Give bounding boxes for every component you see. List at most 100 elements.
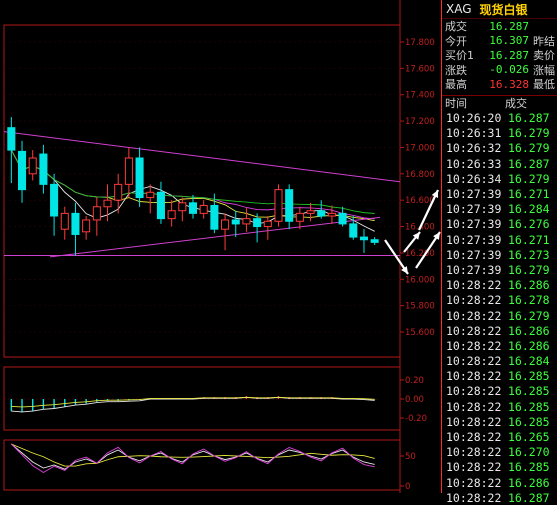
tick-price: 16.271 bbox=[508, 187, 550, 201]
macd-axis-label: 0.00 bbox=[405, 395, 424, 405]
tick-row: 10:28:2216.286 bbox=[442, 338, 557, 353]
tick-price: 16.286 bbox=[508, 476, 550, 490]
tick-row: 10:28:2216.284 bbox=[442, 354, 557, 369]
price-axis-label: 16.000 bbox=[405, 275, 435, 285]
tick-row: 10:28:2216.286 bbox=[442, 278, 557, 293]
tick-price-header: 成交 bbox=[505, 95, 527, 111]
candle-body bbox=[157, 192, 164, 218]
tick-row: 10:26:2016.287 bbox=[442, 111, 557, 126]
quote-row: 今开16.307昨结 bbox=[442, 34, 557, 49]
tick-time: 10:28:22 bbox=[446, 278, 508, 292]
candle-body bbox=[51, 184, 58, 216]
candle-body bbox=[318, 211, 325, 216]
candle-body bbox=[147, 192, 154, 197]
candle-body bbox=[222, 220, 229, 229]
candle-body bbox=[254, 219, 261, 227]
candle-body bbox=[168, 211, 175, 219]
tick-price: 16.270 bbox=[508, 445, 550, 459]
tick-price: 16.276 bbox=[508, 217, 550, 231]
candle-body bbox=[72, 213, 79, 234]
tick-price: 16.265 bbox=[508, 430, 550, 444]
tick-row: 10:28:2216.265 bbox=[442, 429, 557, 444]
instrument-header: XAG 现货白银 bbox=[442, 0, 557, 19]
tick-row: 10:28:2216.285 bbox=[442, 399, 557, 414]
price-axis-label: 15.600 bbox=[405, 328, 435, 338]
candle-body bbox=[328, 213, 335, 216]
macd-axis-label: -0.20 bbox=[405, 414, 427, 424]
quote-value: 16.287 bbox=[485, 49, 529, 62]
price-axis-label: 17.000 bbox=[405, 143, 435, 153]
tick-row: 10:26:3116.279 bbox=[442, 126, 557, 141]
tick-price: 16.284 bbox=[508, 202, 550, 216]
tick-time: 10:27:39 bbox=[446, 202, 508, 216]
quote-right-label: 卖价 bbox=[533, 48, 555, 63]
tick-time: 10:28:22 bbox=[446, 339, 508, 353]
instrument-name: 现货白银 bbox=[480, 1, 528, 18]
candle-body bbox=[275, 190, 282, 222]
macd-dif-line bbox=[11, 397, 374, 412]
macd-axis-label: 0.20 bbox=[405, 376, 424, 386]
tick-row: 10:28:2216.285 bbox=[442, 384, 557, 399]
kdj-axis-label: 0 bbox=[405, 482, 410, 492]
tick-row: 10:28:2216.286 bbox=[442, 323, 557, 338]
tick-row: 10:26:3216.279 bbox=[442, 141, 557, 156]
tick-time: 10:27:39 bbox=[446, 187, 508, 201]
price-axis-label: 17.200 bbox=[405, 117, 435, 127]
candle-body bbox=[339, 213, 346, 224]
tick-time: 10:26:33 bbox=[446, 157, 508, 171]
kdj-axis-label: 50 bbox=[405, 452, 416, 462]
candle-body bbox=[264, 221, 271, 226]
symbol-code: XAG bbox=[446, 2, 472, 16]
tick-time: 10:28:22 bbox=[446, 384, 508, 398]
tick-price: 16.285 bbox=[508, 400, 550, 414]
tick-price: 16.285 bbox=[508, 460, 550, 474]
tick-row: 10:27:3916.284 bbox=[442, 202, 557, 217]
tick-price: 16.285 bbox=[508, 415, 550, 429]
quote-panel: XAG 现货白银 成交16.287今开16.307昨结买价116.287卖价涨跌… bbox=[441, 0, 557, 493]
candle-body bbox=[115, 184, 122, 200]
candle-body bbox=[189, 203, 196, 214]
candle-body bbox=[286, 190, 293, 222]
price-axis-label: 17.800 bbox=[405, 38, 435, 48]
tick-list-header: 时间 成交 bbox=[442, 96, 557, 111]
quote-value: 16.287 bbox=[485, 20, 529, 33]
quote-label: 买价1 bbox=[445, 48, 485, 63]
tick-time: 10:28:22 bbox=[446, 445, 508, 459]
tick-row: 10:27:3916.271 bbox=[442, 186, 557, 201]
quote-right-label: 最低 bbox=[533, 77, 555, 92]
tick-row: 10:28:2216.286 bbox=[442, 475, 557, 490]
tick-price: 16.284 bbox=[508, 354, 550, 368]
quote-right-label: 昨结 bbox=[533, 34, 555, 49]
tick-row: 10:28:2216.285 bbox=[442, 369, 557, 384]
tick-time: 10:28:22 bbox=[446, 400, 508, 414]
candle-body bbox=[29, 158, 36, 174]
candle-body bbox=[179, 203, 186, 211]
candle-body bbox=[104, 200, 111, 207]
tick-time: 10:26:32 bbox=[446, 141, 508, 155]
price-axis-label: 16.200 bbox=[405, 249, 435, 259]
candle-body bbox=[8, 128, 15, 150]
kdj-pane-border bbox=[4, 440, 400, 490]
trendline-upper bbox=[4, 132, 400, 182]
tick-price: 16.286 bbox=[508, 339, 550, 353]
tick-price: 16.279 bbox=[508, 309, 550, 323]
tick-price: 16.278 bbox=[508, 293, 550, 307]
kline-chart[interactable]: 17.80017.60017.40017.20017.00016.80016.6… bbox=[0, 0, 441, 493]
tick-row: 10:28:2216.278 bbox=[442, 293, 557, 308]
tick-time-header: 时间 bbox=[445, 95, 505, 111]
candle-body bbox=[61, 213, 68, 229]
tick-list[interactable]: 10:26:2016.28710:26:3116.27910:26:3216.2… bbox=[442, 111, 557, 505]
quote-right-label: 涨幅 bbox=[533, 63, 555, 78]
tick-time: 10:27:39 bbox=[446, 233, 508, 247]
tick-row: 10:28:2216.279 bbox=[442, 308, 557, 323]
quote-label: 成交 bbox=[445, 19, 485, 34]
candle-body bbox=[200, 205, 207, 213]
tick-time: 10:27:39 bbox=[446, 248, 508, 262]
tick-price: 16.286 bbox=[508, 278, 550, 292]
tick-price: 16.285 bbox=[508, 369, 550, 383]
tick-price: 16.287 bbox=[508, 111, 550, 125]
tick-time: 10:26:20 bbox=[446, 111, 508, 125]
tick-row: 10:26:3416.279 bbox=[442, 171, 557, 186]
candle-body bbox=[40, 154, 47, 184]
quote-row: 最高16.328最低 bbox=[442, 77, 557, 92]
